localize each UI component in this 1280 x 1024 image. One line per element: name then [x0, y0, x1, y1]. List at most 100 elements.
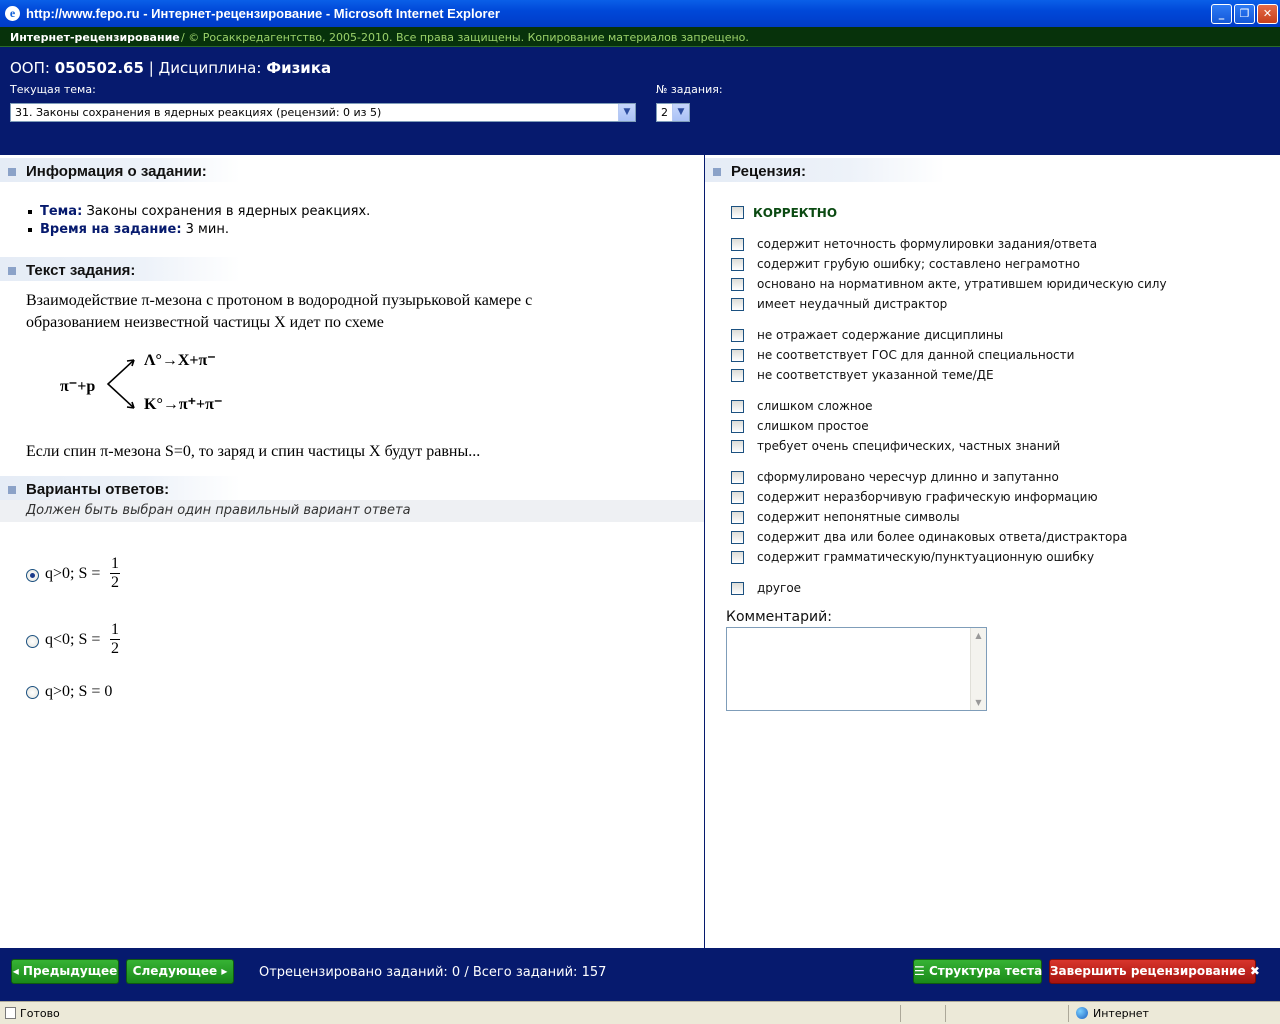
criterion-label: другое [757, 581, 802, 595]
status-text: Готово [20, 1007, 60, 1020]
criterion-label: слишком простое [757, 419, 869, 433]
topic-select[interactable]: 31. Законы сохранения в ядерных реакциях… [10, 103, 636, 122]
section-square-icon [713, 168, 721, 176]
answer-option-2[interactable]: q<0; S = 1 2 [26, 621, 226, 665]
answer-radio-2[interactable] [26, 635, 39, 648]
criterion-label: требует очень специфических, частных зна… [757, 439, 1061, 453]
close-icon: ✖ [1249, 964, 1260, 978]
test-structure-button[interactable]: ☰ Структура теста [913, 959, 1042, 984]
discipline-label: | Дисциплина: [148, 59, 262, 77]
answer-option-3[interactable]: q>0; S = 0 [26, 683, 226, 705]
close-window-button[interactable]: ✕ [1257, 4, 1278, 24]
criterion-checkbox[interactable] [731, 511, 744, 524]
review-panel: Рецензия: КОРРЕКТНО содержит неточность … [705, 155, 1280, 948]
criterion-checkbox[interactable] [731, 298, 744, 311]
task-info-list: Тема: Законы сохранения в ядерных реакци… [26, 203, 370, 239]
finish-review-button[interactable]: Завершить рецензирование ✖ [1049, 959, 1260, 984]
branch-arrows-icon [106, 359, 135, 409]
comment-scrollbar[interactable]: ▲ ▼ [970, 628, 986, 710]
answer-option-1[interactable]: q>0; S = 1 2 [26, 555, 226, 599]
answers-hint: Должен быть выбран один правильный вариа… [0, 500, 704, 522]
topic-select-value: 31. Законы сохранения в ядерных реакциях… [15, 106, 382, 119]
criterion-label: слишком сложное [757, 399, 873, 413]
criterion-label: содержит грубую ошибку; составлено негра… [757, 257, 1080, 271]
ie-logo-icon: e [5, 6, 20, 21]
task-number-select[interactable]: 2 ▼ [656, 103, 690, 122]
status-separator [945, 1005, 946, 1022]
answer-fraction: 1 2 [110, 555, 120, 592]
answers-heading: Варианты ответов: [26, 481, 170, 498]
correct-checkbox[interactable] [731, 206, 744, 219]
answer-spin-prefix: S = [78, 565, 101, 582]
site-bar: Интернет-рецензирование / © Росаккредаге… [0, 27, 1280, 47]
comment-textarea[interactable]: ▲ ▼ [726, 627, 987, 711]
answer-fraction: 1 2 [110, 621, 120, 658]
security-zone: Интернет [1093, 1007, 1149, 1020]
task-heading: Текст задания: [26, 262, 136, 279]
restore-button[interactable]: ❐ [1234, 4, 1255, 24]
criterion-checkbox[interactable] [731, 329, 744, 342]
site-name: Интернет-рецензирование [10, 31, 180, 44]
correct-label: КОРРЕКТНО [753, 206, 838, 220]
task-text: Взаимодействие π-мезона с протоном в вод… [26, 292, 533, 331]
criterion-checkbox[interactable] [731, 531, 744, 544]
task-number-value: 2 [661, 106, 668, 119]
criterion-label: основано на нормативном акте, утратившем… [757, 277, 1167, 291]
status-bar: Готово Интернет [0, 1001, 1280, 1024]
criterion-checkbox[interactable] [731, 258, 744, 271]
answer-charge: q<0; [45, 631, 75, 648]
next-label: Следующее [132, 964, 218, 978]
fraction-denominator: 2 [111, 574, 119, 591]
answer-radio-1[interactable] [26, 569, 39, 582]
review-section-header: Рецензия: [705, 158, 945, 182]
task-number-label: № задания: [656, 83, 723, 96]
chevron-down-icon[interactable]: ▼ [618, 104, 635, 121]
criterion-checkbox[interactable] [731, 278, 744, 291]
answers-section-header: Варианты ответов: [0, 476, 240, 500]
fraction-numerator: 1 [110, 555, 120, 574]
info-topic-row: Тема: Законы сохранения в ядерных реакци… [26, 203, 370, 221]
copyright-text: / © Росаккредагентство, 2005-2010. Все п… [181, 31, 749, 44]
answer-charge: q>0; [45, 565, 75, 582]
criterion-label: содержит непонятные символы [757, 510, 960, 524]
criterion-checkbox[interactable] [731, 440, 744, 453]
discipline-value: Физика [266, 59, 332, 77]
arrow-right-icon: ▸ [221, 964, 228, 978]
criterion-checkbox[interactable] [731, 551, 744, 564]
next-button[interactable]: Следующее ▸ [126, 959, 234, 984]
answer-radio-3[interactable] [26, 686, 39, 699]
criterion-checkbox[interactable] [731, 238, 744, 251]
criterion-checkbox[interactable] [731, 349, 744, 362]
scroll-up-icon[interactable]: ▲ [971, 628, 986, 643]
criterion-label: содержит два или более одинаковых ответа… [757, 530, 1128, 544]
test-structure-label: Структура теста [928, 964, 1043, 978]
list-icon: ☰ [914, 964, 925, 978]
criterion-checkbox[interactable] [731, 491, 744, 504]
answer-spin-prefix: S = 0 [78, 683, 113, 700]
oop-value: 050502.65 [54, 59, 144, 77]
criterion-checkbox[interactable] [731, 369, 744, 382]
info-time-key: Время на задание: [40, 222, 182, 237]
criterion-label: содержит неразборчивую графическую инфор… [757, 490, 1098, 504]
info-time-row: Время на задание: 3 мин. [26, 221, 370, 239]
criterion-checkbox[interactable] [731, 471, 744, 484]
info-section-header: Информация о задании: [0, 158, 240, 182]
task-panel: Информация о задании: Тема: Законы сохра… [0, 155, 704, 948]
finish-review-label: Завершить рецензирование [1050, 964, 1246, 978]
criterion-checkbox[interactable] [731, 400, 744, 413]
info-time-value: 3 мин. [185, 222, 229, 237]
chevron-down-icon[interactable]: ▼ [672, 104, 689, 121]
criterion-checkbox[interactable] [731, 420, 744, 433]
previous-button[interactable]: ◂ Предыдущее [11, 959, 119, 984]
scheme-reactants: π⁻+p [60, 378, 96, 395]
minimize-button[interactable]: _ [1211, 4, 1232, 24]
bottom-toolbar: ◂ Предыдущее Следующее ▸ Отрецензировано… [0, 948, 1280, 1001]
section-square-icon [8, 267, 16, 275]
oop-line: ООП: 050502.65 | Дисциплина: Физика [10, 59, 331, 77]
previous-label: Предыдущее [22, 964, 118, 978]
criterion-checkbox[interactable] [731, 582, 744, 595]
criterion-label: содержит неточность формулировки задания… [757, 237, 1098, 251]
page-icon [5, 1007, 16, 1019]
scroll-down-icon[interactable]: ▼ [971, 695, 986, 710]
globe-icon [1076, 1007, 1088, 1019]
